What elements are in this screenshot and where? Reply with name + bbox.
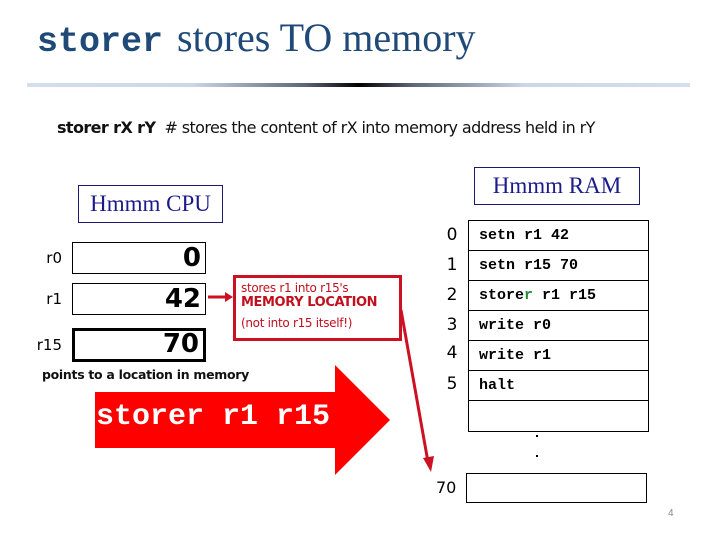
ram-address: 2 [446,285,458,305]
ram-row-empty [469,401,648,431]
big-arrow-label: storer r1 r15 [96,400,331,434]
callout-line-3: (not into r15 itself!) [241,316,353,330]
ram-label-box: Hmmm RAM [474,167,640,205]
callout-to-memory-line [399,309,430,463]
callout-line-1: stores r1 into r15's [241,281,349,295]
ram-address: 0 [446,225,458,245]
page-number: 4 [668,508,674,519]
register-r15: 70 [72,328,206,362]
ram-target-cell [466,473,647,503]
ram-target-address: 70 [436,478,457,497]
callout-box: stores r1 into r15's MEMORY LOCATION (no… [233,275,402,341]
callout-to-memory-arrowhead [423,456,434,472]
ram-row: setn r15 70 [469,251,648,281]
ram-row: setn r1 42 [469,221,648,251]
register-r0: 0 [72,242,206,274]
ram-instr-highlight: r [524,287,534,304]
ram-row: storer r1 r15 [469,281,648,311]
ram-label: Hmmm RAM [492,173,622,198]
register-note: points to a location in memory [42,367,249,382]
register-r1: 42 [72,283,206,315]
ram-row: write r0 [469,311,648,341]
register-label-r1: r1 [46,290,62,308]
register-label-r15: r15 [36,336,62,354]
ram-instr-suffix: r1 r15 [533,287,597,304]
r1-to-callout-arrowhead [225,292,233,302]
ram-address: 5 [446,374,458,394]
ram-row: write r1 [469,341,648,371]
cpu-label-box: Hmmm CPU [78,185,223,223]
ellipsis-dot [536,455,538,457]
callout-line-2: MEMORY LOCATION [241,295,378,310]
ram-address: 3 [446,315,458,335]
ram-instr-prefix: store [479,287,525,304]
register-label-r0: r0 [46,249,62,267]
cpu-label: Hmmm CPU [90,191,211,216]
ram-address: 4 [446,343,458,363]
ram-address: 1 [446,255,458,275]
ram-table: setn r1 42 setn r15 70 storer r1 r15 wri… [468,220,649,432]
ram-row: halt [469,371,648,401]
ellipsis-dot [536,435,538,437]
